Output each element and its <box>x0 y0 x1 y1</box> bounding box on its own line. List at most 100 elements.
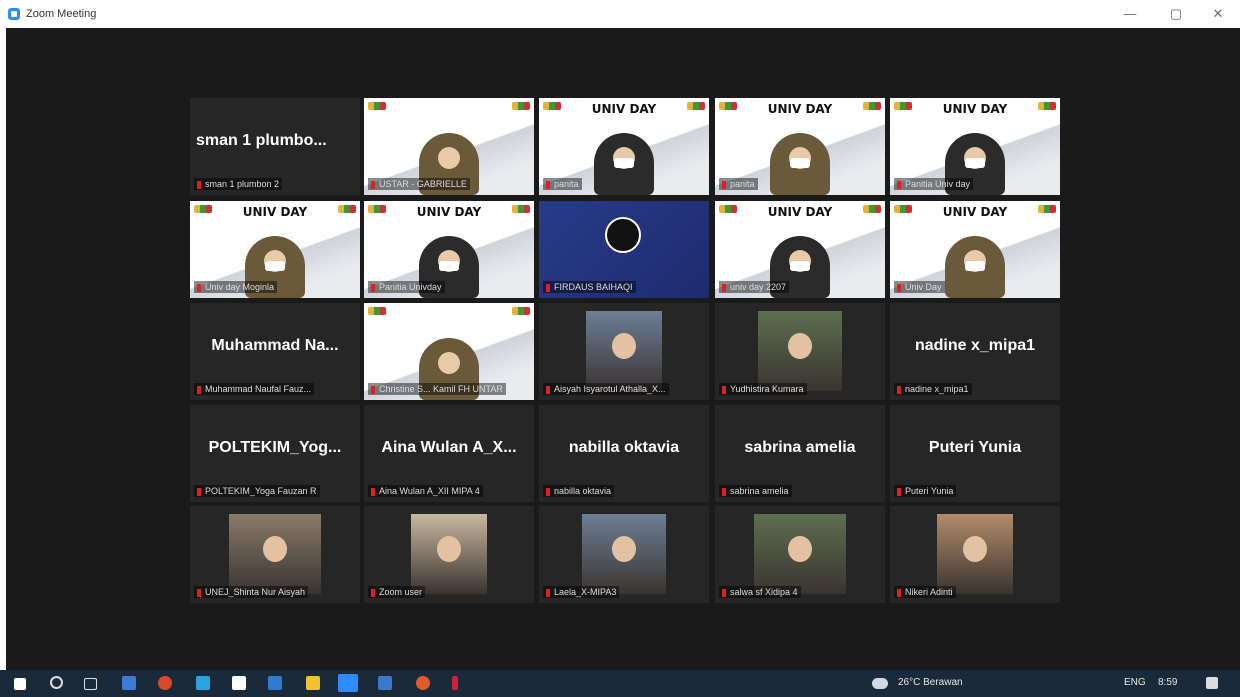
participant-tile[interactable]: UNIV DAY Panitia Univday <box>364 201 534 298</box>
close-button[interactable]: ✕ <box>1204 4 1232 24</box>
participant-name: FIRDAUS BAIHAQI <box>554 282 633 292</box>
participant-tile[interactable]: UNIV DAY Univ Day <box>890 201 1060 298</box>
participant-tile[interactable]: sman 1 plumbo... sman 1 plumbon 2 <box>190 98 360 195</box>
participant-name-large: sabrina amelia <box>744 439 856 456</box>
participant-label: Yudhistira Kumara <box>719 383 807 395</box>
mic-muted-icon <box>546 283 550 292</box>
logo-icon <box>863 205 881 213</box>
participant-tile[interactable]: UNIV DAY univ day 2207 <box>715 201 885 298</box>
app-icon[interactable] <box>122 676 136 690</box>
participant-name: nadine x_mipa1 <box>905 384 969 394</box>
participant-tile[interactable]: FIRDAUS BAIHAQI <box>539 201 709 298</box>
task-view-icon[interactable] <box>84 678 97 690</box>
participant-label: FIRDAUS BAIHAQI <box>543 281 636 293</box>
windows-start-icon[interactable] <box>14 678 26 690</box>
logo-icon <box>194 205 212 213</box>
mic-muted-icon <box>546 385 550 394</box>
logo-icon <box>894 205 912 213</box>
app-icon[interactable] <box>268 676 282 690</box>
mic-muted-icon <box>897 487 901 496</box>
notification-icon[interactable] <box>1206 677 1218 689</box>
participant-label: Univ day Moginla <box>194 281 278 293</box>
participant-tile[interactable]: nabilla oktavia nabilla oktavia <box>539 405 709 502</box>
clock[interactable]: 8:59 <box>1158 677 1177 688</box>
mic-muted-icon <box>371 487 375 496</box>
participant-label: sabrina amelia <box>719 485 792 497</box>
participant-name: panita <box>554 179 579 189</box>
participant-name: Aina Wulan A_XII MIPA 4 <box>379 486 480 496</box>
zoom-taskbar-icon[interactable] <box>338 674 358 692</box>
participant-tile[interactable]: UNIV DAY panita <box>539 98 709 195</box>
app-icon[interactable] <box>196 676 210 690</box>
logo-icon <box>1038 205 1056 213</box>
participant-tile[interactable]: nadine x_mipa1 nadine x_mipa1 <box>890 303 1060 400</box>
participant-name: Univ Day <box>905 282 942 292</box>
app-icon[interactable] <box>416 676 430 690</box>
participant-tile[interactable]: UNEJ_Shinta Nur Aisyah <box>190 506 360 603</box>
participant-name: USTAR - GABRIELLE <box>379 179 467 189</box>
poster-text: UNIV DAY <box>942 102 1008 116</box>
participant-tile[interactable]: Aisyah Isyarotul Athalla_X... <box>539 303 709 400</box>
obs-logo-icon <box>605 217 641 253</box>
mic-muted-icon <box>197 588 201 597</box>
mic-muted-icon <box>722 180 726 189</box>
participant-video <box>754 514 846 594</box>
mail-icon[interactable] <box>232 676 246 690</box>
participant-tile[interactable]: Muhammad Na... Muhammad Naufal Fauz... <box>190 303 360 400</box>
participant-label: USTAR - GABRIELLE <box>368 178 470 190</box>
participant-tile[interactable]: Zoom user <box>364 506 534 603</box>
participant-tile[interactable]: UNIV DAY panita <box>715 98 885 195</box>
mic-muted-icon <box>371 283 375 292</box>
participant-name: Panitia Univday <box>379 282 442 292</box>
participant-tile[interactable]: UNIV DAY Panitia Univ day <box>890 98 1060 195</box>
participant-label: Aisyah Isyarotul Athalla_X... <box>543 383 669 395</box>
windows-taskbar: 26°C Berawan ENG 8:59 <box>0 670 1240 697</box>
file-explorer-icon[interactable] <box>306 676 320 690</box>
app-icon[interactable] <box>378 676 392 690</box>
participant-video <box>937 514 1013 594</box>
participant-name: Aisyah Isyarotul Athalla_X... <box>554 384 666 394</box>
search-icon[interactable] <box>50 676 63 689</box>
participant-tile[interactable]: Nikeri Adinti <box>890 506 1060 603</box>
participant-name: Yudhistira Kumara <box>730 384 804 394</box>
weather-text[interactable]: 26°C Berawan <box>898 677 963 688</box>
participant-tile[interactable]: Laela_X-MIPA3 <box>539 506 709 603</box>
participant-label: Muhammad Naufal Fauz... <box>194 383 315 395</box>
participant-name: UNEJ_Shinta Nur Aisyah <box>205 587 306 597</box>
participant-tile[interactable]: Aina Wulan A_X... Aina Wulan A_XII MIPA 4 <box>364 405 534 502</box>
participant-label: panita <box>719 178 758 190</box>
participant-tile[interactable]: sabrina amelia sabrina amelia <box>715 405 885 502</box>
chrome-icon[interactable] <box>158 676 172 690</box>
mic-muted-icon <box>546 588 550 597</box>
weather-icon[interactable] <box>872 678 888 689</box>
language-indicator[interactable]: ENG <box>1124 677 1146 688</box>
app-icon[interactable] <box>452 676 458 690</box>
logo-icon <box>512 205 530 213</box>
mic-muted-icon <box>197 487 201 496</box>
participant-label: Puteri Yunia <box>894 485 957 497</box>
mic-muted-icon <box>197 180 201 189</box>
participant-name: POLTEKIM_Yoga Fauzan R <box>205 486 317 496</box>
participant-tile[interactable]: Puteri Yunia Puteri Yunia <box>890 405 1060 502</box>
participant-tile[interactable]: Yudhistira Kumara <box>715 303 885 400</box>
participant-video <box>758 311 842 391</box>
mic-muted-icon <box>897 385 901 394</box>
participant-video <box>945 236 1005 298</box>
logo-icon <box>543 102 561 110</box>
poster-text: UNIV DAY <box>416 205 482 219</box>
participant-tile[interactable]: salwa sf Xidipa 4 <box>715 506 885 603</box>
poster-text: UNIV DAY <box>591 102 657 116</box>
participant-label: sman 1 plumbon 2 <box>194 178 283 190</box>
minimize-button[interactable]: — <box>1116 4 1144 24</box>
participant-name: nabilla oktavia <box>554 486 612 496</box>
participant-tile[interactable]: Christine S... Kamil FH UNTAR <box>364 303 534 400</box>
participant-name: Puteri Yunia <box>905 486 954 496</box>
participant-tile[interactable]: UNIV DAY Univ day Moginla <box>190 201 360 298</box>
mic-muted-icon <box>897 588 901 597</box>
mic-muted-icon <box>371 588 375 597</box>
participant-label: univ day 2207 <box>719 281 790 293</box>
participant-tile[interactable]: POLTEKIM_Yog... POLTEKIM_Yoga Fauzan R <box>190 405 360 502</box>
restore-button[interactable]: ▢ <box>1162 4 1190 24</box>
participant-tile[interactable]: USTAR - GABRIELLE <box>364 98 534 195</box>
participant-label: UNEJ_Shinta Nur Aisyah <box>194 586 309 598</box>
